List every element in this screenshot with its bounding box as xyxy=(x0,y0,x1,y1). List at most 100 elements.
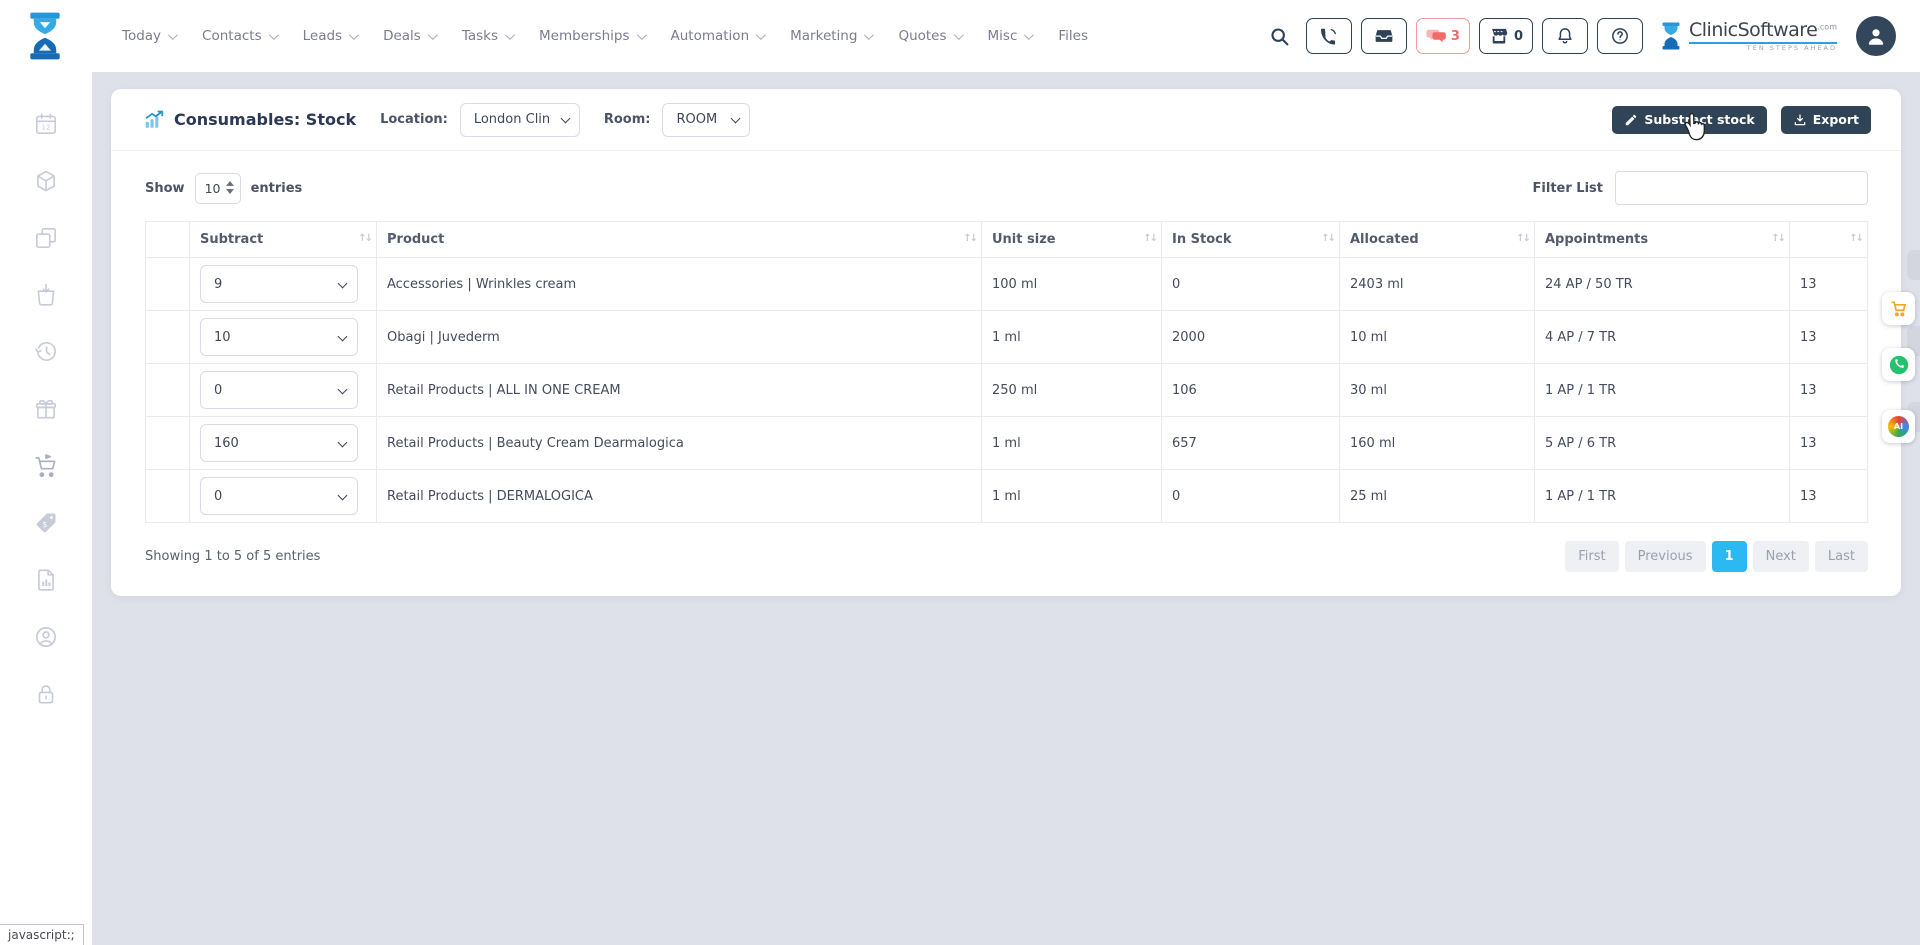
table-row: 160 Retail Products | Beauty Cream Dearm… xyxy=(146,417,1868,470)
nav-item-deals[interactable]: Deals xyxy=(383,28,435,44)
sort-icon: ↑↓ xyxy=(1849,233,1862,244)
status-bar-link-preview: javascript:; xyxy=(0,924,84,945)
sidebar-item-calendar[interactable]: 12 xyxy=(32,110,60,138)
nav-item-memberships[interactable]: Memberships xyxy=(539,28,643,44)
nav-item-automation[interactable]: Automation xyxy=(671,28,764,44)
search-button[interactable] xyxy=(1263,19,1297,53)
appointments-cell: 4 AP / 7 TR xyxy=(1535,311,1790,364)
notifications-button[interactable] xyxy=(1542,18,1588,54)
appointments-cell: 1 AP / 1 TR xyxy=(1535,470,1790,523)
export-button[interactable]: Export xyxy=(1781,106,1871,134)
brand-hourglass-icon xyxy=(1660,20,1682,52)
column-header-in-stock[interactable]: In Stock↑↓ xyxy=(1162,222,1340,258)
location-select[interactable]: London Clinic xyxy=(460,103,580,137)
entries-label: entries xyxy=(251,181,303,196)
sidebar: 12 $ xyxy=(0,72,92,945)
search-icon xyxy=(1269,26,1290,47)
nav-item-misc[interactable]: Misc xyxy=(988,28,1032,44)
clinicsoftware-brand[interactable]: ClinicSoftware.com TEN STEPS AHEAD xyxy=(1660,20,1837,52)
sidebar-item-account[interactable] xyxy=(32,623,60,651)
sidebar-item-orders[interactable] xyxy=(32,281,60,309)
clinicsoftware-logo-icon[interactable] xyxy=(26,9,64,63)
select-all-header[interactable] xyxy=(146,222,190,258)
sidebar-item-history[interactable] xyxy=(32,338,60,366)
column-header-product[interactable]: Product↑↓ xyxy=(377,222,982,258)
subtract-quantity-select[interactable]: 0 xyxy=(200,371,358,409)
edge-tab[interactable] xyxy=(1907,250,1920,280)
pagination-page-1[interactable]: 1 xyxy=(1712,541,1747,572)
table-header-row: Subtract↑↓ Product↑↓ Unit size↑↓ In Stoc… xyxy=(146,222,1868,258)
column-header-allocated[interactable]: Allocated↑↓ xyxy=(1340,222,1535,258)
chevron-down-icon xyxy=(349,30,359,40)
sidebar-item-pages[interactable] xyxy=(32,224,60,252)
inbox-icon xyxy=(1374,26,1394,46)
chevron-down-icon xyxy=(168,30,178,40)
main-content: Consumables: Stock Location: London Clin… xyxy=(92,72,1920,945)
ai-assistant-icon: AI xyxy=(1888,416,1909,437)
chevron-down-icon xyxy=(505,30,515,40)
phone-button[interactable] xyxy=(1306,18,1352,54)
cart-icon xyxy=(33,453,59,479)
allocated-cell: 30 ml xyxy=(1340,364,1535,417)
pencil-icon xyxy=(1624,113,1638,127)
filter-label: Filter List xyxy=(1533,181,1603,196)
table-row: 10 Obagi | Juvederm 1 ml 2000 10 ml 4 AP… xyxy=(146,311,1868,364)
phone-icon xyxy=(1319,26,1339,46)
column-header-appointments[interactable]: Appointments↑↓ xyxy=(1535,222,1790,258)
pagination-next[interactable]: Next xyxy=(1753,541,1809,572)
floating-whatsapp-widget[interactable] xyxy=(1882,348,1915,381)
floating-cart-widget[interactable] xyxy=(1882,292,1915,325)
allocated-cell: 160 ml xyxy=(1340,417,1535,470)
sidebar-item-stock[interactable] xyxy=(32,167,60,195)
floating-ai-widget[interactable]: AI xyxy=(1882,410,1915,443)
nav-item-marketing[interactable]: Marketing xyxy=(790,28,871,44)
pagination-previous[interactable]: Previous xyxy=(1625,541,1706,572)
table-row: 9 Accessories | Wrinkles cream 100 ml 0 … xyxy=(146,258,1868,311)
help-button[interactable] xyxy=(1597,18,1643,54)
sort-icon: ↑↓ xyxy=(963,233,976,244)
extra-cell: 13 xyxy=(1790,311,1868,364)
pagination-first[interactable]: First xyxy=(1565,541,1618,572)
room-select[interactable]: ROOM 1 xyxy=(662,103,750,137)
download-icon xyxy=(1793,113,1807,127)
subtract-quantity-select[interactable]: 9 xyxy=(200,265,358,303)
subtract-stock-button[interactable]: Substract stock xyxy=(1612,106,1766,134)
extra-cell: 13 xyxy=(1790,258,1868,311)
chat-icon xyxy=(1426,26,1446,46)
product-cell: Retail Products | ALL IN ONE CREAM xyxy=(377,364,982,417)
column-header-subtract[interactable]: Subtract↑↓ xyxy=(190,222,377,258)
sidebar-item-cart[interactable] xyxy=(32,452,60,480)
nav-item-today[interactable]: Today xyxy=(122,28,175,44)
nav-item-leads[interactable]: Leads xyxy=(303,28,356,44)
unit-size-cell: 1 ml xyxy=(982,311,1162,364)
bag-arrow-icon xyxy=(33,282,59,308)
subtract-quantity-select[interactable]: 10 xyxy=(200,318,358,356)
pagination-last[interactable]: Last xyxy=(1815,541,1868,572)
inbox-button[interactable] xyxy=(1361,18,1407,54)
sidebar-item-gifts[interactable] xyxy=(32,395,60,423)
store-button[interactable]: 0 xyxy=(1479,18,1533,54)
column-header-extra[interactable]: ↑↓ xyxy=(1790,222,1868,258)
nav-item-contacts[interactable]: Contacts xyxy=(202,28,276,44)
subtract-quantity-select[interactable]: 0 xyxy=(200,477,358,515)
entries-summary: Showing 1 to 5 of 5 entries xyxy=(145,549,320,564)
sidebar-item-reports[interactable] xyxy=(32,566,60,594)
subtract-quantity-select[interactable]: 160 xyxy=(200,424,358,462)
appointments-cell: 24 AP / 50 TR xyxy=(1535,258,1790,311)
person-icon xyxy=(1864,24,1888,48)
chat-button[interactable]: 3 xyxy=(1416,18,1470,54)
cube-icon xyxy=(33,168,59,194)
nav-item-tasks[interactable]: Tasks xyxy=(462,28,512,44)
gift-icon xyxy=(33,396,59,422)
column-header-unit-size[interactable]: Unit size↑↓ xyxy=(982,222,1162,258)
user-avatar[interactable] xyxy=(1856,16,1896,56)
sidebar-item-pricing[interactable]: $ xyxy=(32,509,60,537)
nav-item-files[interactable]: Files xyxy=(1058,28,1088,44)
show-entries-select[interactable]: 10 xyxy=(195,173,241,204)
show-label: Show xyxy=(145,181,185,196)
filter-input[interactable] xyxy=(1615,171,1868,205)
nav-item-quotes[interactable]: Quotes xyxy=(898,28,960,44)
sidebar-item-security[interactable] xyxy=(32,680,60,708)
table-row: 0 Retail Products | DERMALOGICA 1 ml 0 2… xyxy=(146,470,1868,523)
sort-icon: ↑↓ xyxy=(1143,233,1156,244)
